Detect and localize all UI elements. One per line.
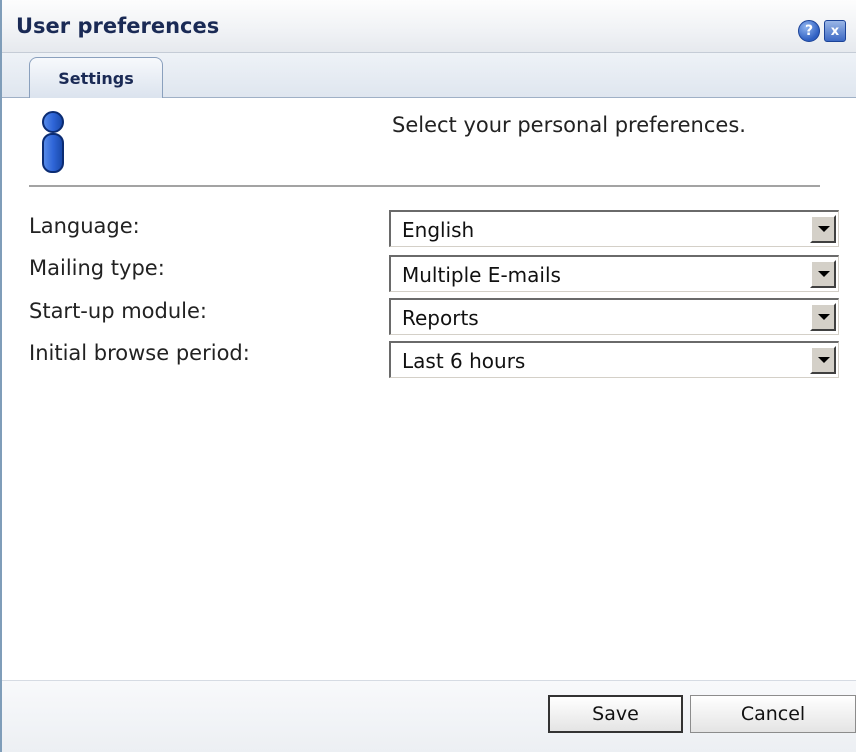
chevron-down-icon[interactable]	[810, 215, 836, 243]
tab-settings[interactable]: Settings	[29, 57, 163, 98]
separator	[29, 185, 820, 187]
browse-period-value: Last 6 hours	[402, 349, 526, 373]
help-icon[interactable]: ?	[798, 20, 820, 42]
language-select[interactable]: English	[389, 210, 839, 247]
startup-module-value: Reports	[402, 306, 479, 330]
intro-text: Select your personal preferences.	[392, 113, 746, 137]
startup-module-select[interactable]: Reports	[389, 298, 839, 335]
tab-strip: Settings	[2, 53, 856, 98]
language-value: English	[402, 218, 475, 242]
save-button[interactable]: Save	[548, 695, 683, 733]
mailing-type-value: Multiple E-mails	[402, 263, 561, 287]
user-preferences-dialog: User preferences ? x Settings Select you…	[0, 0, 856, 752]
chevron-down-icon[interactable]	[810, 260, 836, 288]
browse-period-label: Initial browse period:	[29, 341, 250, 365]
chevron-down-icon[interactable]	[810, 303, 836, 331]
dialog-title: User preferences	[16, 14, 220, 38]
language-label: Language:	[29, 214, 140, 238]
browse-period-select[interactable]: Last 6 hours	[389, 341, 839, 378]
chevron-down-icon[interactable]	[810, 346, 836, 374]
close-icon[interactable]: x	[824, 20, 846, 42]
mailing-type-label: Mailing type:	[29, 256, 165, 280]
mailing-type-select[interactable]: Multiple E-mails	[389, 255, 839, 292]
user-icon	[42, 111, 64, 173]
startup-module-label: Start-up module:	[29, 299, 207, 323]
cancel-button[interactable]: Cancel	[690, 695, 856, 733]
title-bar: User preferences ? x	[2, 0, 856, 53]
